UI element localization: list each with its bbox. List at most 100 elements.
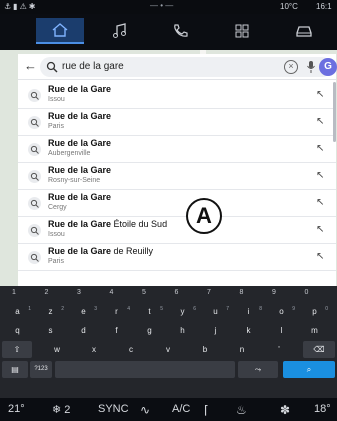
number-key[interactable]: 8 xyxy=(236,289,248,296)
number-key[interactable]: 3 xyxy=(73,289,85,296)
letter-key[interactable]: v xyxy=(151,341,185,358)
result-row[interactable]: Rue de la Gare Aubergenville ↖ xyxy=(18,136,336,163)
letter-key[interactable]: a1 xyxy=(2,303,33,320)
nav-tab-phone[interactable] xyxy=(156,18,204,44)
result-row[interactable]: Rue de la Gare Paris ↖ xyxy=(18,109,336,136)
status-bar: ⚓▮⚠✱ — • — 10°C 16:1 xyxy=(0,0,337,14)
result-subtitle: Paris xyxy=(48,123,64,130)
letter-key[interactable]: d xyxy=(68,322,99,339)
number-key[interactable]: 4 xyxy=(106,289,118,296)
passenger-temperature[interactable]: 18° xyxy=(314,403,331,415)
number-key[interactable]: 7 xyxy=(203,289,215,296)
shift-key[interactable]: ⇧ xyxy=(2,341,32,358)
status-center: — • — xyxy=(150,1,174,10)
result-title: Rue de la Gare xyxy=(48,84,112,94)
phone-icon xyxy=(174,24,188,37)
letter-key[interactable]: h xyxy=(167,322,198,339)
letter-key[interactable]: n xyxy=(225,341,259,358)
letter-key[interactable]: b xyxy=(188,341,222,358)
fill-query-arrow-icon[interactable]: ↖ xyxy=(316,90,326,100)
scrollbar[interactable] xyxy=(333,82,336,142)
number-key[interactable]: 6 xyxy=(171,289,183,296)
letter-key[interactable]: r4 xyxy=(101,303,132,320)
sync-button[interactable]: SYNC xyxy=(98,403,129,415)
nav-tab-apps[interactable] xyxy=(218,18,266,44)
space-key[interactable] xyxy=(55,361,235,378)
number-key[interactable]: 2 xyxy=(41,289,53,296)
callout-marker: A xyxy=(186,198,222,234)
letter-key[interactable]: u7 xyxy=(200,303,231,320)
search-result-icon xyxy=(28,143,41,156)
language-key[interactable]: ⤳ xyxy=(238,361,278,378)
search-result-icon xyxy=(28,170,41,183)
number-key[interactable]: 9 xyxy=(268,289,280,296)
result-title: Rue de la Gare xyxy=(48,192,112,202)
result-row[interactable]: Rue de la Gare Rosny-sur-Seine ↖ xyxy=(18,163,336,190)
letter-key[interactable]: o9 xyxy=(266,303,297,320)
emoji-key[interactable]: ▤ xyxy=(2,361,28,378)
letter-key[interactable]: i8 xyxy=(233,303,264,320)
airflow-icon[interactable]: ✽ xyxy=(280,403,290,417)
letter-key[interactable]: ' xyxy=(262,341,296,358)
result-row[interactable]: Rue de la Gare de Reuilly Paris ↖ xyxy=(18,244,336,271)
search-icon xyxy=(46,61,58,73)
result-row[interactable]: Rue de la Gare Issou ↖ xyxy=(18,82,336,109)
fill-query-arrow-icon[interactable]: ↖ xyxy=(316,225,326,235)
search-input[interactable]: rue de la gare × G xyxy=(40,57,337,77)
result-title: Rue de la Gare xyxy=(48,165,112,175)
clear-icon[interactable]: × xyxy=(284,60,298,74)
nav-tab-vehicle[interactable] xyxy=(280,18,328,44)
number-key[interactable]: 5 xyxy=(138,289,150,296)
letter-key[interactable]: e3 xyxy=(68,303,99,320)
fill-query-arrow-icon[interactable]: ↖ xyxy=(316,144,326,154)
windshield-defrost-icon[interactable]: ∿ xyxy=(140,403,150,417)
letter-key[interactable]: k xyxy=(233,322,264,339)
microphone-icon[interactable] xyxy=(306,60,316,74)
letter-key[interactable]: f xyxy=(101,322,132,339)
symbols-key[interactable]: ?123 xyxy=(30,361,52,378)
result-title: Rue de la Gare xyxy=(48,111,112,121)
letter-key[interactable]: y6 xyxy=(167,303,198,320)
result-title: Rue de la Gare Étoile du Sud xyxy=(48,219,168,229)
letter-key[interactable]: x xyxy=(77,341,111,358)
key-row-3: ⇧ ⌫ w x c v b n ' xyxy=(0,341,337,359)
backspace-key[interactable]: ⌫ xyxy=(303,341,335,358)
letter-key[interactable]: c xyxy=(114,341,148,358)
fill-query-arrow-icon[interactable]: ↖ xyxy=(316,252,326,262)
search-result-icon xyxy=(28,116,41,129)
nav-tab-home[interactable] xyxy=(36,18,84,44)
letter-key[interactable]: w xyxy=(40,341,74,358)
search-key[interactable]: ⌕ xyxy=(283,361,335,378)
letter-key[interactable]: j xyxy=(200,322,231,339)
letter-key[interactable]: q xyxy=(2,322,33,339)
letter-key[interactable]: l xyxy=(266,322,297,339)
fill-query-arrow-icon[interactable]: ↖ xyxy=(316,117,326,127)
letter-key[interactable]: s xyxy=(35,322,66,339)
nav-tab-music[interactable] xyxy=(96,18,144,44)
fill-query-arrow-icon[interactable]: ↖ xyxy=(316,171,326,181)
letter-key[interactable]: t5 xyxy=(134,303,165,320)
avatar[interactable]: G xyxy=(319,58,337,76)
letter-key[interactable]: p0 xyxy=(299,303,330,320)
seat-heat-icon[interactable]: ♨ xyxy=(236,403,247,417)
search-result-icon xyxy=(28,251,41,264)
fan-speed[interactable]: ❄ 2 xyxy=(52,403,70,416)
ac-button[interactable]: A/C xyxy=(172,403,190,415)
result-subtitle: Rosny-sur-Seine xyxy=(48,177,101,184)
outside-temperature: 10°C xyxy=(280,2,298,11)
letter-key[interactable]: z2 xyxy=(35,303,66,320)
rear-defrost-icon[interactable]: ⌈ xyxy=(204,403,209,417)
letter-key[interactable]: g xyxy=(134,322,165,339)
back-arrow-icon[interactable]: ← xyxy=(24,59,38,73)
number-key[interactable]: 0 xyxy=(301,289,313,296)
result-row[interactable]: Rue de la Gare Cergy ↖ xyxy=(18,190,336,217)
search-result-icon xyxy=(28,89,41,102)
result-subtitle: Cergy xyxy=(48,204,67,211)
driver-temperature[interactable]: 21° xyxy=(8,403,25,415)
fill-query-arrow-icon[interactable]: ↖ xyxy=(316,198,326,208)
home-icon xyxy=(52,23,68,37)
on-screen-keyboard: 1 2 3 4 5 6 7 8 9 0 a1z2e3r4t5y6u7i8o9p0 qsdfghjk… xyxy=(0,286,337,398)
letter-key[interactable]: m xyxy=(299,322,330,339)
number-key[interactable]: 1 xyxy=(8,289,20,296)
result-row[interactable]: Rue de la Gare Étoile du Sud Issou ↖ xyxy=(18,217,336,244)
